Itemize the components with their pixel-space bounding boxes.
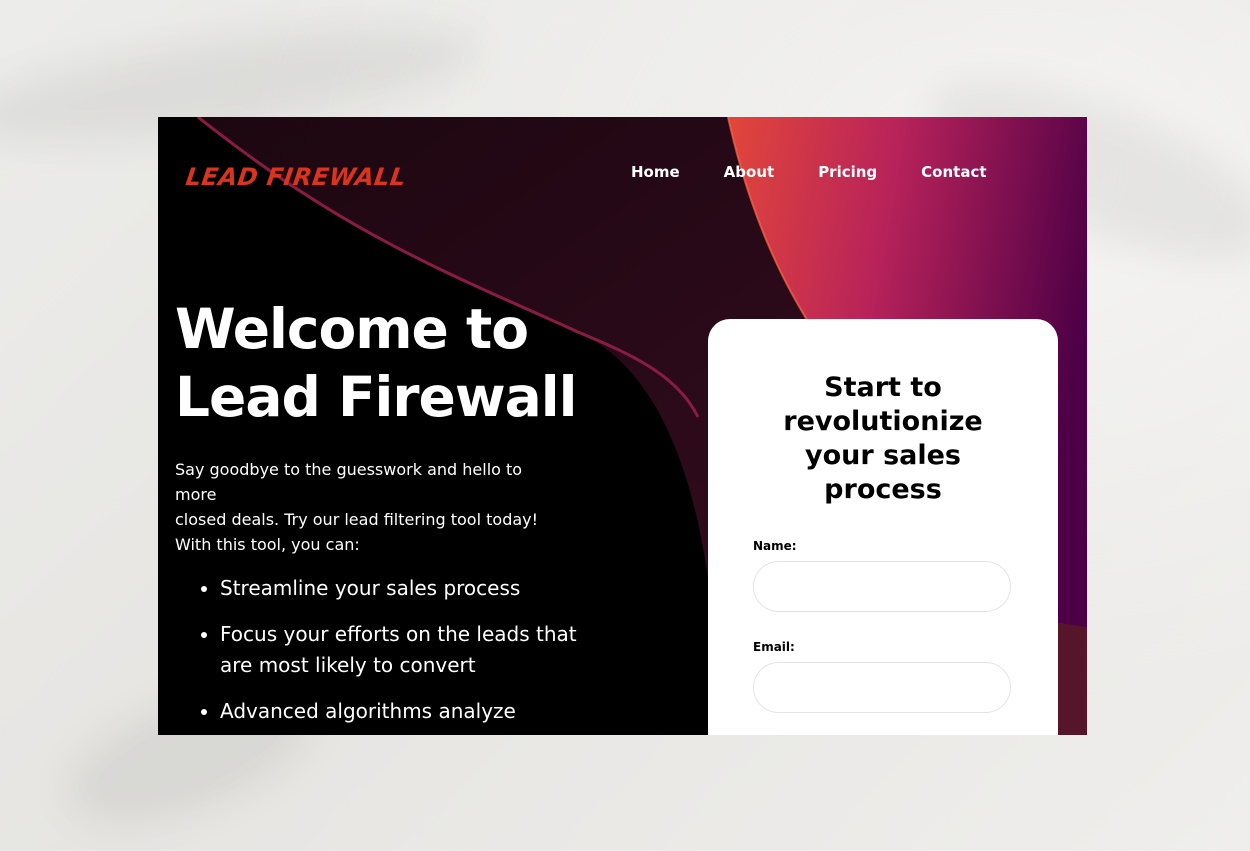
hero-title: Welcome to Lead Firewall: [175, 295, 635, 431]
name-field[interactable]: [753, 561, 1011, 612]
hero-intro-line: closed deals. Try our lead filtering too…: [175, 510, 539, 529]
nav-link-contact[interactable]: Contact: [921, 163, 986, 181]
benefits-list: Streamline your sales process Focus your…: [202, 573, 580, 735]
name-label: Name:: [753, 539, 797, 553]
brand-logo[interactable]: LEAD FIREWALL: [184, 163, 408, 191]
website-mockup: LEAD FIREWALL Home About Pricing Contact…: [158, 117, 1087, 735]
signup-form-card: Start to revolutionize your sales proces…: [708, 319, 1058, 735]
benefit-item: Streamline your sales process: [220, 573, 580, 604]
main-nav: Home About Pricing Contact: [631, 163, 1031, 181]
nav-link-about[interactable]: About: [724, 163, 775, 181]
nav-link-pricing[interactable]: Pricing: [818, 163, 877, 181]
hero-intro-line: Say goodbye to the guesswork and hello t…: [175, 460, 523, 504]
email-field[interactable]: [753, 662, 1011, 713]
nav-link-home[interactable]: Home: [631, 163, 680, 181]
form-title: Start to revolutionize your sales proces…: [783, 372, 983, 505]
hero-intro: Say goodbye to the guesswork and hello t…: [175, 457, 565, 557]
hero-title-line: Lead Firewall: [175, 365, 577, 429]
benefit-item: Focus your efforts on the leads that are…: [220, 619, 580, 681]
email-label: Email:: [753, 640, 795, 654]
hero-intro-line: With this tool, you can:: [175, 535, 360, 554]
hero-title-line: Welcome to: [175, 297, 529, 361]
benefit-item: Advanced algorithms analyze: [220, 696, 580, 727]
